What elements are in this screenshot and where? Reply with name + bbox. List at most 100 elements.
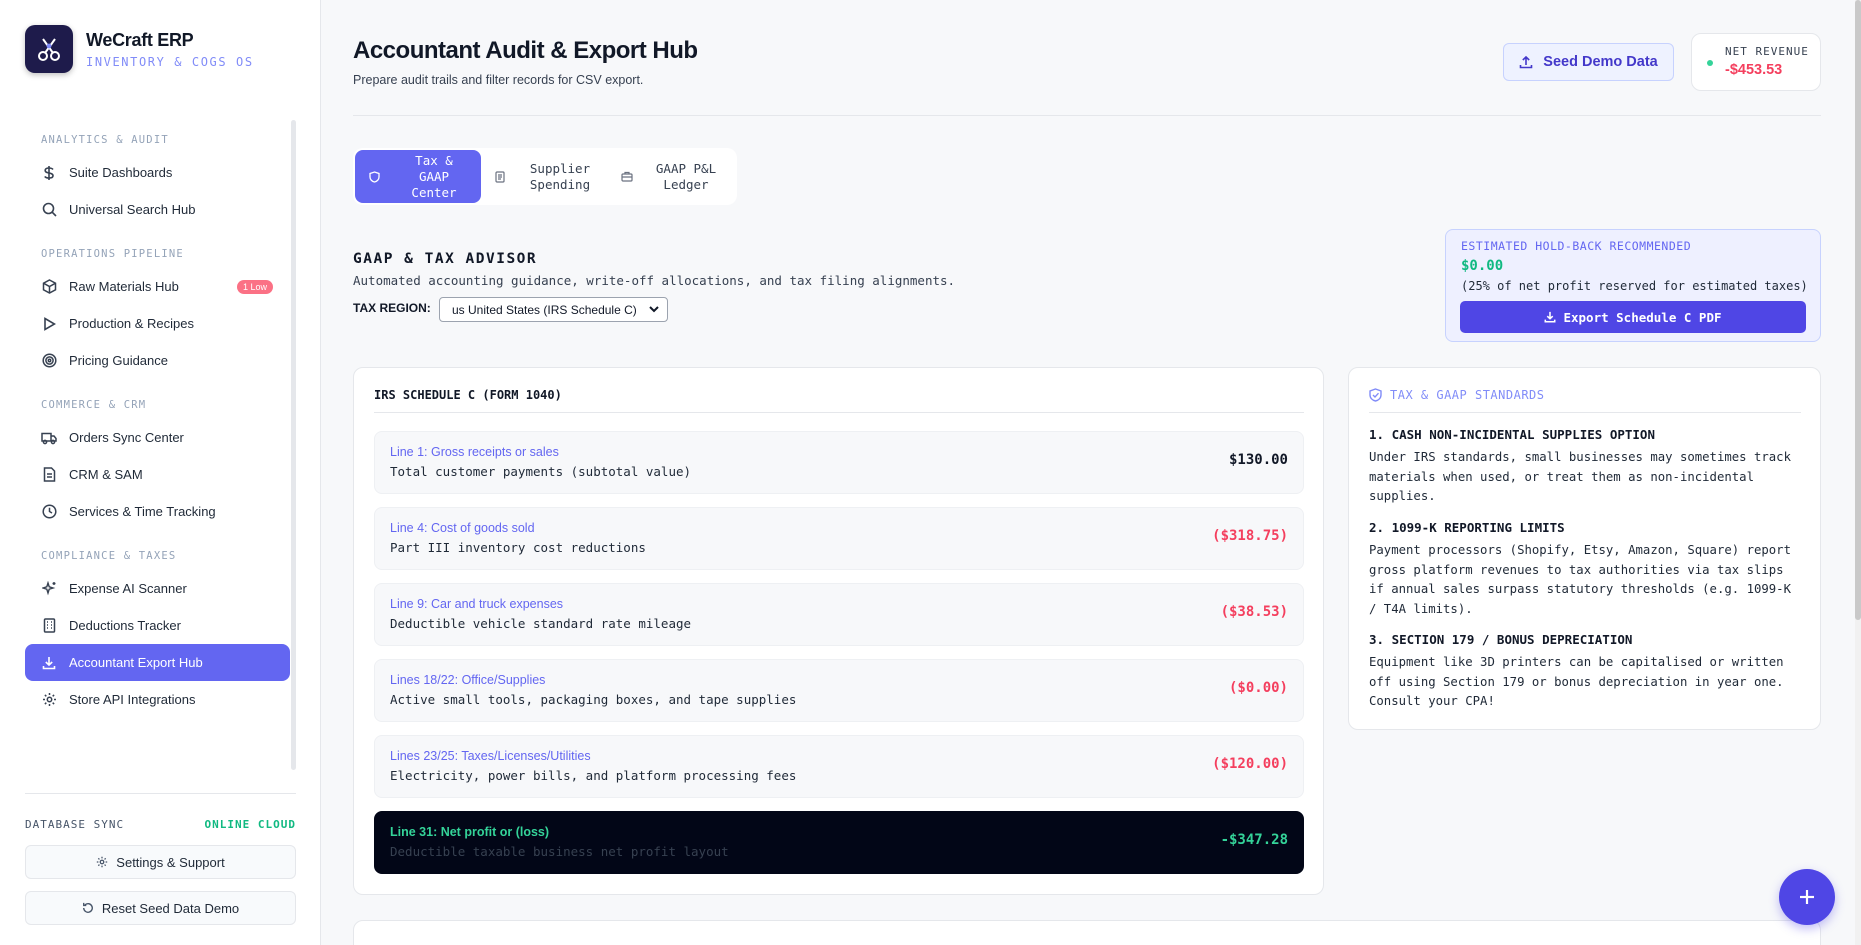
briefcase-icon bbox=[621, 171, 635, 182]
holdback-value: $0.00 bbox=[1461, 258, 1504, 274]
sidebar-item-pricing-guidance[interactable]: Pricing Guidance bbox=[25, 342, 290, 379]
line-description: Active small tools, packaging boxes, and… bbox=[390, 692, 797, 707]
sidebar-item-accountant-export-hub[interactable]: Accountant Export Hub bbox=[25, 644, 290, 681]
line-description: Deductible vehicle standard rate mileage bbox=[390, 616, 692, 631]
sidebar-item-store-api-integrations[interactable]: Store API Integrations bbox=[25, 681, 290, 718]
receipt-icon bbox=[495, 170, 509, 183]
seed-demo-label: Seed Demo Data bbox=[1543, 54, 1658, 70]
tab-tax-gaap-center[interactable]: Tax & GAAP Center bbox=[355, 150, 481, 203]
sidebar-item-production-recipes[interactable]: Production & Recipes bbox=[25, 305, 290, 342]
line-title: Lines 23/25: Taxes/Licenses/Utilities bbox=[390, 749, 591, 763]
search-icon bbox=[41, 202, 57, 218]
sidebar-item-label: Orders Sync Center bbox=[69, 430, 184, 445]
line-value: $130.00 bbox=[1228, 452, 1288, 468]
tax-region-select[interactable]: us United States (IRS Schedule C) bbox=[439, 297, 668, 322]
reset-seed-label: Reset Seed Data Demo bbox=[101, 900, 240, 916]
net-revenue-label: NET REVENUE bbox=[1725, 45, 1809, 58]
export-schedule-c-button[interactable]: Export Schedule C PDF bbox=[1460, 301, 1806, 333]
schedule-line[interactable]: Line 4: Cost of goods sold Part III inve… bbox=[374, 507, 1304, 570]
sidebar-item-suite-dashboards[interactable]: Suite Dashboards bbox=[25, 154, 290, 191]
sidebar-item-expense-ai-scanner[interactable]: Expense AI Scanner bbox=[25, 570, 290, 607]
standards-header: TAX & GAAP STANDARDS bbox=[1369, 388, 1801, 413]
sidebar-item-label: Expense AI Scanner bbox=[69, 581, 187, 596]
standard-heading: 3. SECTION 179 / BONUS DEPRECIATION bbox=[1369, 632, 1633, 647]
brand[interactable]: WeCraft ERP INVENTORY & COGS OS bbox=[25, 25, 254, 73]
schedule-line[interactable]: Lines 18/22: Office/Supplies Active smal… bbox=[374, 659, 1304, 722]
scissors-logo-icon bbox=[25, 25, 73, 73]
sidebar-item-label: Accountant Export Hub bbox=[69, 655, 203, 670]
line-description: Part III inventory cost reductions bbox=[390, 540, 646, 555]
net-profit-value: -$347.28 bbox=[1220, 832, 1288, 848]
schedule-c-title: IRS SCHEDULE C (FORM 1040) bbox=[374, 388, 1304, 413]
standard-heading: 2. 1099-K REPORTING LIMITS bbox=[1369, 520, 1565, 535]
tab-label: Tax & GAAP Center bbox=[411, 152, 457, 200]
upload-icon bbox=[1519, 55, 1533, 69]
schedule-line[interactable]: Line 9: Car and truck expenses Deductibl… bbox=[374, 583, 1304, 646]
sidebar-item-crm-sam[interactable]: CRM & SAM bbox=[25, 456, 290, 493]
low-stock-badge: 1 Low bbox=[236, 280, 273, 294]
sidebar-item-universal-search-hub[interactable]: Universal Search Hub bbox=[25, 191, 290, 228]
tab-supplier-spending[interactable]: Supplier Spending bbox=[481, 150, 607, 203]
divider bbox=[353, 115, 1821, 116]
export-schedule-c-label: Export Schedule C PDF bbox=[1563, 309, 1722, 325]
line-title: Line 1: Gross receipts or sales bbox=[390, 445, 559, 459]
standard-body: Equipment like 3D printers can be capita… bbox=[1369, 655, 1784, 708]
schedule-line[interactable]: Line 1: Gross receipts or sales Total cu… bbox=[374, 431, 1304, 494]
line-title: Line 31: Net profit or (loss) bbox=[390, 825, 550, 839]
line-value: ($0.00) bbox=[1228, 680, 1288, 696]
holdback-card: ESTIMATED HOLD-BACK RECOMMENDED $0.00 (2… bbox=[1445, 229, 1821, 342]
sidebar-nav: ANALYTICS & AUDIT Suite Dashboards Unive… bbox=[25, 120, 290, 770]
next-panel bbox=[353, 920, 1821, 945]
scrollbar-thumb[interactable] bbox=[1855, 0, 1861, 620]
seed-demo-data-button[interactable]: Seed Demo Data bbox=[1503, 43, 1674, 81]
line-description: Electricity, power bills, and platform p… bbox=[390, 768, 797, 783]
clock-icon bbox=[41, 504, 57, 520]
db-sync-status: ONLINE CLOUD bbox=[204, 818, 296, 831]
standard-item: 1. CASH NON-INCIDENTAL SUPPLIES OPTION U… bbox=[1369, 427, 1801, 507]
divider bbox=[25, 793, 296, 794]
sidebar-item-raw-materials-hub[interactable]: Raw Materials Hub 1 Low bbox=[25, 268, 290, 305]
download-icon bbox=[1544, 311, 1556, 323]
standard-body: Under IRS standards, small businesses ma… bbox=[1369, 450, 1791, 503]
net-revenue-value: -$453.53 bbox=[1725, 62, 1783, 78]
sidebar-item-label: Deductions Tracker bbox=[69, 618, 181, 633]
standards-title: TAX & GAAP STANDARDS bbox=[1390, 388, 1545, 402]
sidebar-item-label: Suite Dashboards bbox=[69, 165, 173, 180]
schedule-line[interactable]: Lines 23/25: Taxes/Licenses/Utilities El… bbox=[374, 735, 1304, 798]
box-icon bbox=[41, 279, 57, 295]
sidebar-item-orders-sync-center[interactable]: Orders Sync Center bbox=[25, 419, 290, 456]
line-description: Deductible taxable business net profit l… bbox=[390, 844, 729, 859]
line-value: ($318.75) bbox=[1212, 528, 1288, 544]
sidebar-item-deductions-tracker[interactable]: Deductions Tracker bbox=[25, 607, 290, 644]
sidebar-item-label: Universal Search Hub bbox=[69, 202, 196, 217]
reset-seed-data-button[interactable]: Reset Seed Data Demo bbox=[25, 891, 296, 925]
schedule-c-panel: IRS SCHEDULE C (FORM 1040) Line 1: Gross… bbox=[353, 367, 1324, 895]
settings-support-label: Settings & Support bbox=[116, 854, 225, 870]
line-value: ($38.53) bbox=[1220, 604, 1288, 620]
tab-gaap-pl-ledger[interactable]: GAAP P&L Ledger bbox=[607, 150, 733, 203]
holdback-title: ESTIMATED HOLD-BACK RECOMMENDED bbox=[1461, 239, 1692, 253]
sidebar-scrollbar[interactable] bbox=[291, 120, 296, 770]
sidebar-item-label: Services & Time Tracking bbox=[69, 504, 216, 519]
play-icon bbox=[41, 316, 57, 332]
settings-support-button[interactable]: Settings & Support bbox=[25, 845, 296, 879]
page-scrollbar[interactable] bbox=[1855, 0, 1861, 945]
sidebar: WeCraft ERP INVENTORY & COGS OS ANALYTIC… bbox=[0, 0, 321, 945]
sidebar-item-services-time-tracking[interactable]: Services & Time Tracking bbox=[25, 493, 290, 530]
brand-subtitle: INVENTORY & COGS OS bbox=[86, 54, 254, 69]
section-title: COMPLIANCE & TAXES bbox=[41, 550, 177, 562]
line-title: Lines 18/22: Office/Supplies bbox=[390, 673, 546, 687]
tab-label: GAAP P&L Ledger bbox=[655, 160, 717, 192]
truck-icon bbox=[41, 430, 57, 446]
section-title: OPERATIONS PIPELINE bbox=[41, 248, 184, 260]
standards-panel: TAX & GAAP STANDARDS 1. CASH NON-INCIDEN… bbox=[1348, 367, 1821, 730]
standard-body: Payment processors (Shopify, Etsy, Amazo… bbox=[1369, 543, 1791, 616]
standard-item: 2. 1099-K REPORTING LIMITS Payment proce… bbox=[1369, 520, 1801, 619]
db-sync-label: DATABASE SYNC bbox=[25, 818, 125, 831]
database-sync-status: DATABASE SYNC ONLINE CLOUD bbox=[25, 818, 296, 831]
shield-icon bbox=[369, 170, 383, 183]
add-fab-button[interactable] bbox=[1779, 869, 1835, 925]
chevron-down-icon bbox=[647, 302, 661, 316]
tab-bar: Tax & GAAP Center Supplier Spending GAAP… bbox=[353, 148, 737, 205]
line-title: Line 9: Car and truck expenses bbox=[390, 597, 564, 611]
